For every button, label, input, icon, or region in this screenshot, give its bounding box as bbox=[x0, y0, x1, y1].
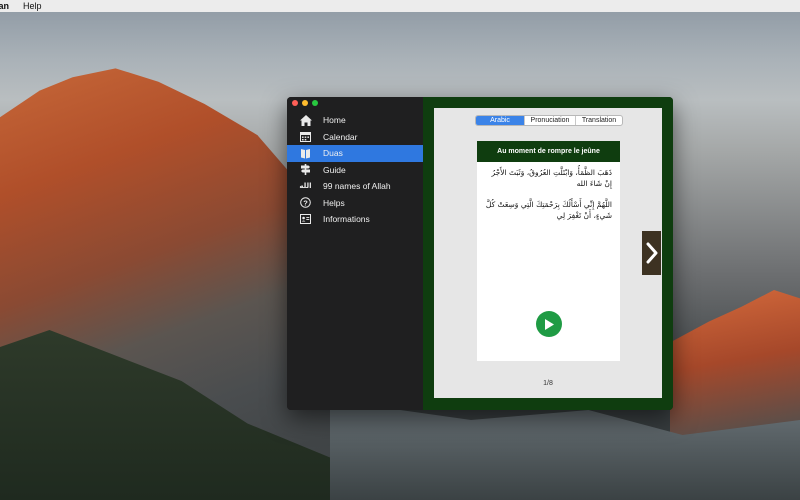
signpost-icon bbox=[299, 163, 312, 176]
dua-arabic-line-2: اللَّهُمَّ إِنِّي أَسْأَلُكَ بِرَحْمَتِك… bbox=[485, 200, 612, 220]
sidebar-item-guide[interactable]: Guide bbox=[287, 162, 423, 179]
sidebar-item-calendar[interactable]: Calendar bbox=[287, 129, 423, 146]
sidebar-item-informations[interactable]: Informations bbox=[287, 211, 423, 228]
sidebar-item-label: Duas bbox=[323, 148, 343, 159]
dua-arabic-line-1: ذَهَبَ الظَّمَأُ، وَابْتَلَّتِ العُرُوقُ… bbox=[491, 168, 612, 188]
app-window: Home Calendar Duas Guide الله 99 names o… bbox=[287, 97, 673, 410]
menu-app-name[interactable]: lan bbox=[0, 0, 9, 12]
tab-translation[interactable]: Translation bbox=[575, 116, 622, 125]
dua-title: Au moment de rompre le jeûne bbox=[477, 141, 620, 162]
dua-arabic-text: ذَهَبَ الظَّمَأُ، وَابْتَلَّتِ العُرُوقُ… bbox=[477, 162, 620, 221]
tab-pronunciation[interactable]: Pronuciation bbox=[524, 116, 575, 125]
sidebar-item-label: Guide bbox=[323, 164, 346, 175]
home-icon bbox=[299, 114, 312, 127]
minimize-window-button[interactable] bbox=[302, 100, 308, 106]
svg-text:?: ? bbox=[303, 199, 308, 208]
sidebar-item-helps[interactable]: ? Helps bbox=[287, 195, 423, 212]
sidebar-item-label: Home bbox=[323, 115, 346, 126]
page-indicator: 1/8 bbox=[543, 380, 553, 387]
sidebar-item-label: Informations bbox=[323, 214, 370, 225]
sidebar-item-home[interactable]: Home bbox=[287, 112, 423, 129]
sidebar-item-duas[interactable]: Duas bbox=[287, 145, 423, 162]
chevron-right-icon bbox=[646, 242, 657, 264]
question-icon: ? bbox=[299, 196, 312, 209]
next-dua-button[interactable] bbox=[642, 231, 661, 275]
close-window-button[interactable] bbox=[292, 100, 298, 106]
menu-bar: lan Help bbox=[0, 0, 800, 12]
book-icon bbox=[299, 147, 312, 160]
zoom-window-button[interactable] bbox=[312, 100, 318, 106]
play-audio-button[interactable] bbox=[536, 311, 562, 337]
play-icon bbox=[545, 318, 554, 330]
sidebar-item-label: Calendar bbox=[323, 131, 358, 142]
content-panel: Arabic Pronuciation Translation Au momen… bbox=[434, 108, 662, 398]
language-segmented-control: Arabic Pronuciation Translation bbox=[475, 115, 623, 126]
sidebar-item-label: 99 names of Allah bbox=[323, 181, 391, 192]
content-area: Arabic Pronuciation Translation Au momen… bbox=[423, 97, 673, 410]
dua-card: Au moment de rompre le jeûne ذَهَبَ الظَ… bbox=[477, 141, 620, 361]
sidebar-menu: Home Calendar Duas Guide الله 99 names o… bbox=[287, 112, 423, 228]
allah-icon: الله bbox=[299, 183, 312, 191]
menu-help[interactable]: Help bbox=[23, 0, 42, 12]
tab-arabic[interactable]: Arabic bbox=[476, 116, 524, 125]
calendar-icon bbox=[299, 130, 312, 143]
sidebar-item-label: Helps bbox=[323, 197, 345, 208]
sidebar-item-99-names[interactable]: الله 99 names of Allah bbox=[287, 178, 423, 195]
id-card-icon bbox=[299, 213, 312, 226]
sidebar: Home Calendar Duas Guide الله 99 names o… bbox=[287, 97, 423, 410]
window-controls bbox=[292, 100, 318, 106]
